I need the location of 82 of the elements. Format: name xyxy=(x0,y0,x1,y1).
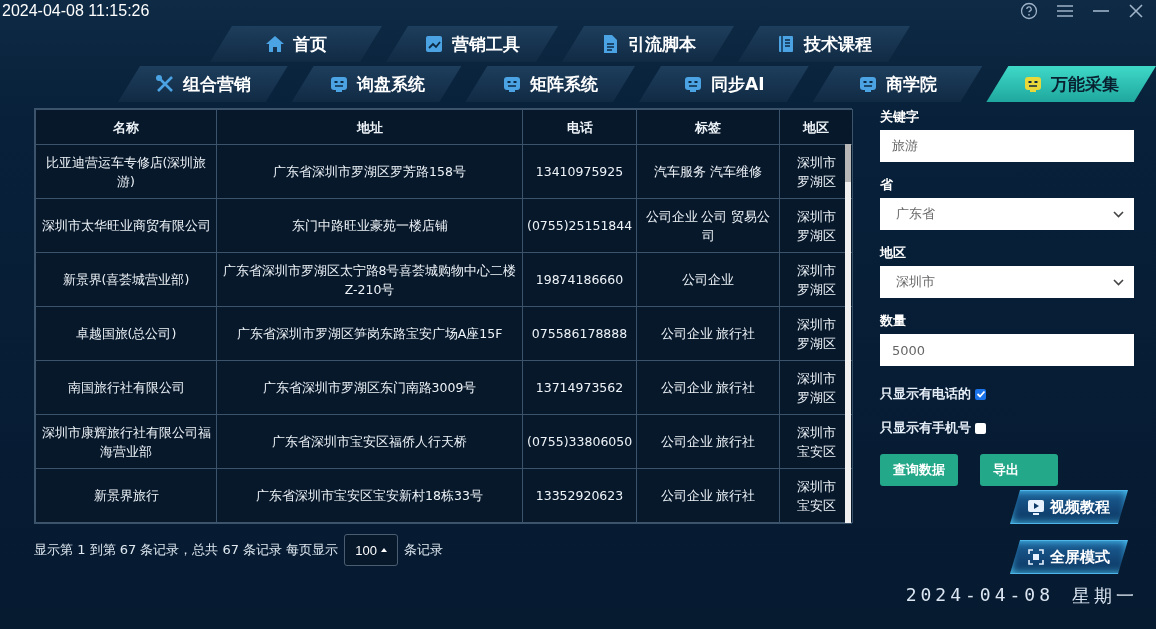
nav-tab[interactable]: 组合营销 xyxy=(118,66,288,102)
checkbox-label: 只显示有电话的 xyxy=(880,385,971,403)
dropdown-field[interactable]: 深圳市 xyxy=(880,266,1134,298)
robot-icon xyxy=(502,74,523,94)
dropdown-field[interactable]: 广东省 xyxy=(880,198,1134,230)
table-cell: 075586178888 xyxy=(522,306,637,361)
table-cell: 新景界旅行 xyxy=(35,468,217,523)
table-cell: 13714973562 xyxy=(522,360,637,415)
table-cell: (0755)33806050 xyxy=(522,414,637,469)
nav-tab[interactable]: 矩阵系统 xyxy=(465,66,635,102)
table-cell: 公司企业 公司 贸易公司 xyxy=(636,198,780,253)
field-label: 地区 xyxy=(880,244,907,262)
table-cell: 广东省深圳市宝安区宝安新村18栋33号 xyxy=(216,468,523,523)
date-display: 2024-04-08 xyxy=(905,584,1054,607)
minimize-icon[interactable] xyxy=(1092,9,1110,13)
table-cell: 广东省深圳市宝安区福侨人行天桥 xyxy=(216,414,523,469)
nav-tab[interactable]: 万能采集 xyxy=(986,66,1156,102)
table-cell: 13352920623 xyxy=(522,468,637,523)
scrollbar-thumb[interactable] xyxy=(845,144,851,182)
table-cell: 新景界(喜荟城营业部) xyxy=(35,252,217,307)
checkbox-label: 只显示有手机号 xyxy=(880,419,971,437)
nav-tab[interactable]: 技术课程 xyxy=(738,26,910,62)
table-cell: 深圳市康辉旅行社有限公司福海营业部 xyxy=(35,414,217,469)
checkbox[interactable] xyxy=(975,388,986,400)
table-cell: 19874186660 xyxy=(522,252,637,307)
nav-tab[interactable]: 首页 xyxy=(210,26,382,62)
checkbox[interactable] xyxy=(975,422,986,434)
table-cell: 公司企业 xyxy=(636,252,780,307)
robot-icon xyxy=(1023,74,1044,94)
pagination-summary: 显示第 1 到第 67 条记录，总共 67 条记录 每页显示 xyxy=(34,541,339,559)
field-label: 关键字 xyxy=(880,108,920,126)
table-cell: 公司企业 旅行社 xyxy=(636,414,780,469)
nav-tab[interactable]: 引流脚本 xyxy=(562,26,734,62)
nav-tab[interactable]: 询盘系统 xyxy=(291,66,462,102)
nav-tab[interactable]: 同步AI xyxy=(639,66,809,102)
fullscreen-button[interactable]: 全屏模式 xyxy=(1010,540,1128,574)
table-cell: 广东省深圳市罗湖区东门南路3009号 xyxy=(216,360,523,415)
robot-icon xyxy=(683,74,704,94)
pagination-suffix: 条记录 xyxy=(404,541,443,559)
help-icon[interactable] xyxy=(1020,2,1038,20)
table-cell: 南国旅行社有限公司 xyxy=(35,360,217,415)
robot-icon xyxy=(328,74,349,94)
chevron-icon xyxy=(1113,210,1124,218)
table-cell: 卓越国旅(总公司) xyxy=(35,306,217,361)
column-header: 地区 xyxy=(779,109,853,145)
caret-icon xyxy=(381,548,387,552)
table-cell: 13410975925 xyxy=(522,144,637,199)
tools-icon xyxy=(154,74,175,94)
close-icon[interactable] xyxy=(1128,3,1144,19)
weekday-display: 星期一 xyxy=(1072,584,1138,608)
table-cell: 东门中路旺业豪苑一楼店铺 xyxy=(216,198,523,253)
table-cell: 汽车服务 汽车维修 xyxy=(636,144,780,199)
column-header: 电话 xyxy=(522,109,637,145)
table-cell: 广东省深圳市罗湖区笋岗东路宝安广场A座15F xyxy=(216,306,523,361)
input-field[interactable]: 5000 xyxy=(880,334,1134,366)
table-cell: 比亚迪营运车专修店(深圳旅游) xyxy=(35,144,217,199)
date-time: 2024-04-08 11:15:26 xyxy=(2,2,150,20)
column-header: 名称 xyxy=(35,109,217,145)
table-cell: 公司企业 旅行社 xyxy=(636,360,780,415)
book-icon xyxy=(776,34,796,54)
table-cell: 公司企业 旅行社 xyxy=(636,468,780,523)
chevron-icon xyxy=(1113,278,1124,286)
field-label: 数量 xyxy=(880,312,907,330)
table-cell: (0755)25151844 xyxy=(522,198,637,253)
play-icon xyxy=(1028,499,1044,515)
table-cell: 公司企业 旅行社 xyxy=(636,306,780,361)
video-tutorial-button[interactable]: 视频教程 xyxy=(1010,490,1128,524)
menu-icon[interactable] xyxy=(1056,4,1074,18)
nav-tab[interactable]: 营销工具 xyxy=(386,26,558,62)
table-cell: 广东省深圳市罗湖区太宁路8号喜荟城购物中心二楼Z-210号 xyxy=(216,252,523,307)
home-icon xyxy=(265,34,285,54)
page-size-select[interactable]: 100 xyxy=(344,534,398,566)
table-cell: 广东省深圳市罗湖区罗芳路158号 xyxy=(216,144,523,199)
input-field[interactable]: 旅游 xyxy=(880,130,1134,162)
field-label: 省 xyxy=(880,176,894,194)
chart-icon xyxy=(424,34,444,54)
column-header: 地址 xyxy=(216,109,523,145)
fullscreen-icon xyxy=(1028,549,1044,565)
nav-tab[interactable]: 商学院 xyxy=(812,66,983,102)
column-header: 标签 xyxy=(636,109,780,145)
robot-icon xyxy=(858,74,878,94)
table-cell: 深圳市太华旺业商贸有限公司 xyxy=(35,198,217,253)
